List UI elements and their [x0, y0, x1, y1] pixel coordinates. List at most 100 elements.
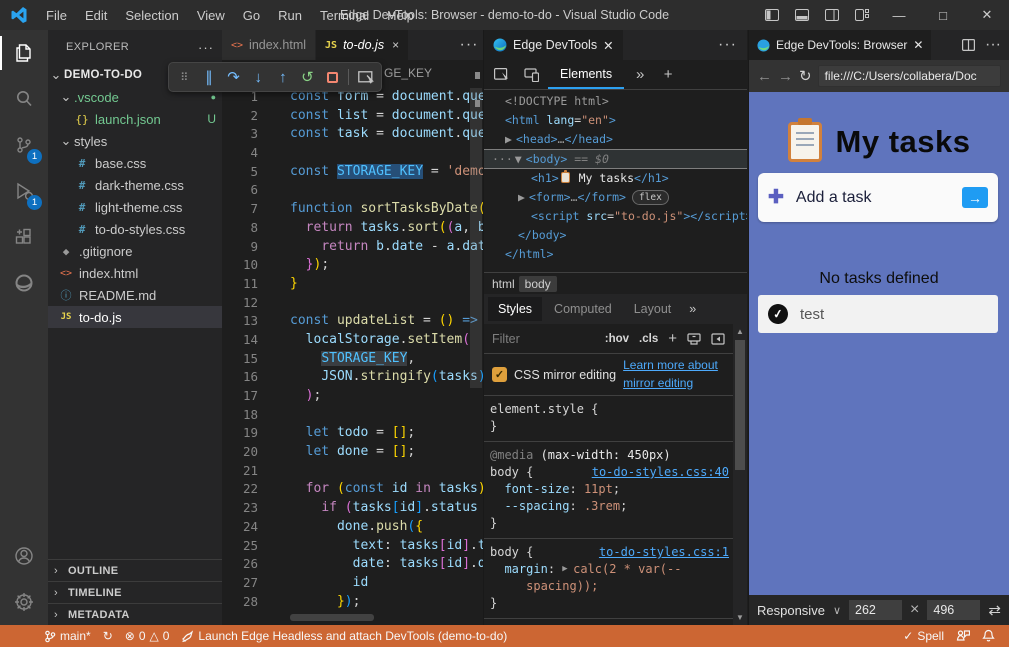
code-line[interactable]: 22 for (const id in tasks)	[222, 480, 483, 499]
css-rules-area[interactable]: element.style {}@media (max-width: 450px…	[484, 396, 733, 625]
more-panes-icon[interactable]: »	[689, 302, 696, 316]
dom-node[interactable]: <h1> My tasks</h1>	[484, 169, 747, 188]
dom-node[interactable]: ▶<form>…</form>flex	[484, 188, 747, 207]
pause-icon[interactable]: ∥	[198, 65, 221, 89]
css-source-link[interactable]: to-do-styles.css:40	[592, 464, 733, 481]
browser-tab[interactable]: Edge DevTools: Browser ✕	[749, 30, 931, 60]
tab-elements[interactable]: Elements	[548, 60, 624, 89]
dom-node[interactable]: <!DOCTYPE html>	[484, 92, 747, 111]
step-over-icon[interactable]: ↷	[222, 65, 245, 89]
code-line[interactable]: 9 return b.date - a.dat	[222, 238, 483, 257]
code-line[interactable]: 19 let todo = [];	[222, 424, 483, 443]
browser-more-icon[interactable]: ···	[985, 36, 1001, 54]
file-item-index.html[interactable]: <>index.html	[48, 262, 222, 284]
sidebar-section-outline[interactable]: ›OUTLINE	[48, 559, 222, 581]
css-source-link[interactable]: to-do-styles.css:1	[599, 544, 733, 561]
toggle-panel-icon[interactable]	[787, 0, 817, 30]
code-line[interactable]: 12	[222, 294, 483, 313]
code-line[interactable]: 20 let done = [];	[222, 443, 483, 462]
css-rule-block[interactable]: element.style {}	[484, 396, 733, 442]
rotate-viewport-icon[interactable]: ⇄	[988, 601, 1001, 619]
devtools-tab-close-icon[interactable]: ✕	[603, 38, 613, 53]
code-line[interactable]: 8 return tasks.sort((a, b	[222, 219, 483, 238]
split-editor-icon[interactable]	[962, 39, 975, 51]
dom-node[interactable]: </body>	[484, 226, 747, 245]
sidebar-section-timeline[interactable]: ›TIMELINE	[48, 581, 222, 603]
code-line[interactable]: 25 text: tasks[id].te	[222, 537, 483, 556]
device-emulation-icon[interactable]	[518, 63, 544, 87]
stop-icon[interactable]	[321, 65, 344, 89]
sidebar-section-metadata[interactable]: ›METADATA	[48, 603, 222, 625]
menu-view[interactable]: View	[189, 5, 233, 26]
close-tab-icon[interactable]: ×	[392, 38, 399, 52]
explorer-icon[interactable]	[0, 30, 48, 76]
file-item-launch.json[interactable]: {}launch.jsonU	[48, 108, 222, 130]
feedback-icon[interactable]	[950, 629, 976, 642]
code-line[interactable]: 4	[222, 144, 483, 163]
code-line[interactable]: 11}	[222, 275, 483, 294]
dock-left-icon[interactable]	[711, 333, 725, 345]
close-button[interactable]: ✕	[965, 0, 1009, 30]
code-line[interactable]: 18	[222, 406, 483, 425]
problems-indicator[interactable]: ⊗0 △0	[119, 629, 176, 643]
device-mode-select[interactable]: Responsive	[757, 603, 825, 618]
styles-scrollbar[interactable]: ▲ ▼	[733, 324, 747, 625]
tab-to-do.js[interactable]: JSto-do.js×	[316, 30, 409, 60]
editor-h-scrollbar[interactable]	[290, 614, 374, 621]
dom-tree[interactable]: <!DOCTYPE html><html lang="en">▶<head>…<…	[484, 92, 747, 264]
search-icon[interactable]	[0, 76, 48, 122]
reload-icon[interactable]: ↻	[799, 67, 812, 85]
expand-arrow-icon[interactable]: ▼	[515, 150, 526, 169]
file-item-README.md[interactable]: ⓘREADME.md	[48, 284, 222, 306]
file-item-to-do-styles.css[interactable]: #to-do-styles.css	[48, 218, 222, 240]
code-line[interactable]: 13const updateList = () => {	[222, 312, 483, 331]
viewport-width-input[interactable]: 262	[849, 600, 902, 620]
code-line[interactable]: 6	[222, 181, 483, 200]
restart-icon[interactable]: ↺	[296, 65, 319, 89]
crumb-html[interactable]: html	[492, 277, 515, 291]
completed-task-row[interactable]: ✓ test	[758, 295, 998, 333]
drag-handle-icon[interactable]: ⠿	[173, 65, 196, 89]
dom-node[interactable]: ···▼<body> == $0	[484, 149, 747, 169]
css-mirror-checkbox[interactable]: ✓	[492, 367, 507, 382]
code-line[interactable]: 21	[222, 462, 483, 481]
run-debug-icon[interactable]: 1	[0, 168, 48, 214]
scroll-up-icon[interactable]: ▲	[733, 327, 747, 336]
pane-tab-computed[interactable]: Computed	[544, 297, 622, 321]
code-line[interactable]: 28 });	[222, 593, 483, 612]
customize-layout-icon[interactable]	[847, 0, 877, 30]
toggle-hover-button[interactable]: :hov	[605, 333, 629, 345]
code-line[interactable]: 27 id	[222, 574, 483, 593]
code-line[interactable]: 5const STORAGE_KEY = 'demo-	[222, 163, 483, 182]
more-tabs-icon[interactable]: »	[628, 66, 652, 83]
collapse-arrow-icon[interactable]: ▶	[505, 130, 516, 149]
code-line[interactable]: 2const list = document.que	[222, 107, 483, 126]
dom-node[interactable]: ▶<head>…</head>	[484, 130, 747, 149]
url-bar[interactable]: file:///C:/Users/collabera/Doc	[818, 65, 1001, 87]
menu-run[interactable]: Run	[270, 5, 310, 26]
editor-actions-more-icon[interactable]: ···	[455, 30, 483, 60]
source-control-icon[interactable]: 1	[0, 122, 48, 168]
code-line[interactable]: 24 done.push({	[222, 518, 483, 537]
tab-index.html[interactable]: <>index.html	[222, 30, 316, 60]
menu-file[interactable]: File	[38, 5, 75, 26]
inspect-icon[interactable]	[488, 63, 514, 87]
file-item-base.css[interactable]: #base.css	[48, 152, 222, 174]
step-into-icon[interactable]: ↓	[247, 65, 270, 89]
edge-devtools-icon[interactable]	[0, 260, 48, 306]
submit-task-button[interactable]: →	[962, 187, 988, 208]
forward-icon[interactable]: →	[778, 68, 793, 85]
add-tab-icon[interactable]: +	[656, 66, 680, 83]
explorer-more-icon[interactable]: ···	[198, 40, 214, 55]
file-item-light-theme.css[interactable]: #light-theme.css	[48, 196, 222, 218]
sync-indicator[interactable]: ↻	[97, 629, 119, 643]
dom-node[interactable]: <script src="to-do.js"></script>	[484, 207, 747, 226]
menu-edit[interactable]: Edit	[77, 5, 115, 26]
dom-node[interactable]: <html lang="en">	[484, 111, 747, 130]
color-format-icon[interactable]	[687, 333, 701, 345]
add-task-input[interactable]: Add a task	[796, 189, 872, 207]
menu-selection[interactable]: Selection	[117, 5, 186, 26]
settings-gear-icon[interactable]	[0, 579, 48, 625]
code-line[interactable]: 26 date: tasks[id].da	[222, 555, 483, 574]
file-item-.gitignore[interactable]: ◆.gitignore	[48, 240, 222, 262]
